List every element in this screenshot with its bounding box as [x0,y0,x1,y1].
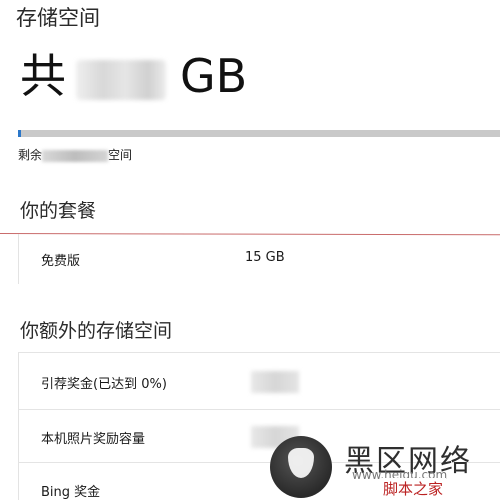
plan-value: 15 GB [245,250,285,265]
total-unit: GB [180,49,248,103]
extra-row-referral: 引荐奖金(已达到 0%) [18,353,500,409]
blurred-referral-value [251,371,299,393]
extra-storage-title: 你额外的存储空间 [20,320,173,342]
remaining-suffix: 空间 [108,148,133,162]
remaining-space-text: 剩余 空间 [18,146,132,163]
total-prefix: 共 [20,49,66,103]
total-capacity: 共 GB [20,46,247,106]
blurred-remaining-value [42,149,109,162]
watermark-subtitle: 脚本之家 [380,478,447,499]
storage-usage-bar [18,130,500,137]
blurred-capacity-value [76,59,166,100]
plan-label: 免费版 [41,254,81,269]
camera-roll-bonus-label: 本机照片奖励容量 [41,432,146,447]
bing-bonus-label: Bing 奖金 [41,485,101,500]
referral-bonus-label: 引荐奖金(已达到 0%) [41,377,167,392]
storage-title: 存储空间 [16,6,100,30]
remaining-prefix: 剩余 [18,148,43,162]
storage-usage-fill [18,130,21,137]
plan-row-free: 免费版 15 GB [18,234,500,284]
plan-section-title: 你的套餐 [20,200,97,222]
